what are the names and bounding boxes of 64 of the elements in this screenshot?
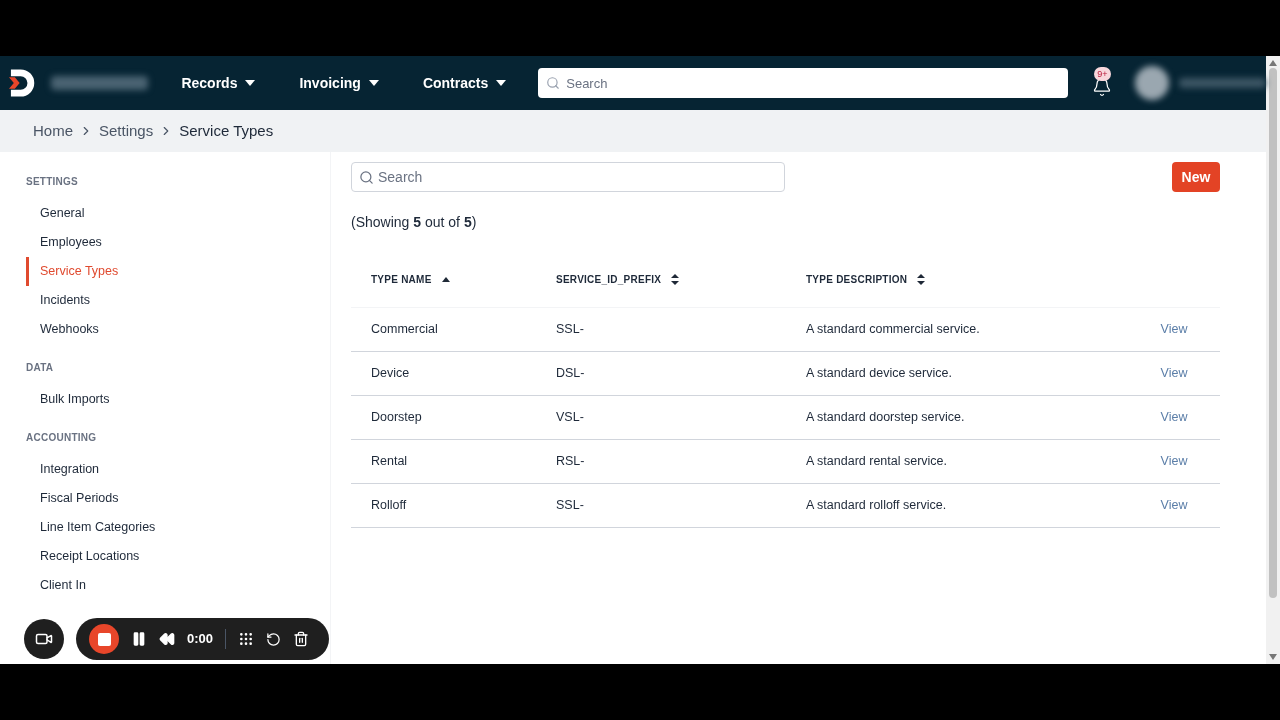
table-cell: A standard commercial service. xyxy=(806,321,980,336)
table-cell: Rolloff xyxy=(371,497,407,512)
scroll-down-icon[interactable] xyxy=(1269,654,1277,660)
column-header[interactable]: TYPE NAME xyxy=(371,272,432,288)
table-cell: DSL- xyxy=(556,365,585,380)
caret-icon xyxy=(368,80,379,86)
column-header[interactable]: TYPE DESCRIPTION xyxy=(806,272,908,288)
sidebar-item[interactable]: Service Types xyxy=(26,257,330,286)
nav-menu[interactable]: Contracts xyxy=(422,72,507,94)
table-cell: A standard device service. xyxy=(806,365,952,380)
table-cell: VSL- xyxy=(556,409,584,424)
view-link[interactable]: View xyxy=(1160,453,1188,468)
sidebar-item[interactable]: Client In xyxy=(26,571,330,600)
restart-icon[interactable] xyxy=(266,631,282,647)
pause-icon[interactable] xyxy=(131,631,147,647)
view-link[interactable]: View xyxy=(1160,321,1188,336)
results-summary: (Showing 5 out of 5) xyxy=(351,213,478,232)
grid-icon[interactable] xyxy=(238,631,255,647)
table-cell: A standard rolloff service. xyxy=(806,497,947,512)
rewind-icon[interactable] xyxy=(159,631,175,647)
nav-menu[interactable]: Invoicing xyxy=(299,72,379,94)
breadcrumb-item[interactable]: Home xyxy=(33,119,73,143)
table-cell: SSL- xyxy=(556,497,584,512)
sidebar-item[interactable]: Webhooks xyxy=(26,315,330,344)
new-button[interactable]: New xyxy=(1172,162,1220,192)
avatar[interactable] xyxy=(1135,66,1169,100)
scroll-up-icon[interactable] xyxy=(1269,60,1277,66)
search-icon xyxy=(359,170,374,185)
caret-icon xyxy=(245,80,256,86)
search-field[interactable]: Search xyxy=(351,162,785,192)
table-cell: RSL- xyxy=(556,453,585,468)
sidebar-section-title: ACCOUNTING xyxy=(26,431,98,445)
table-cell: A standard doorstep service. xyxy=(806,409,965,424)
view-link[interactable]: View xyxy=(1160,497,1188,512)
view-link[interactable]: View xyxy=(1160,409,1188,424)
table-cell: Rental xyxy=(371,453,408,468)
caret-icon xyxy=(496,80,507,86)
breadcrumb-item: Service Types xyxy=(179,120,274,141)
sidebar-item[interactable]: Employees xyxy=(26,228,330,257)
sidebar-item[interactable]: General xyxy=(26,199,330,228)
table-cell: Device xyxy=(371,365,410,380)
sidebar-item[interactable]: Fiscal Periods xyxy=(26,484,330,513)
search-field[interactable]: Search xyxy=(538,68,1069,98)
table-cell: A standard rental service. xyxy=(806,453,948,468)
sidebar-section-title: SETTINGS xyxy=(26,175,79,189)
column-header[interactable]: SERVICE_ID_PREFIX xyxy=(556,272,662,288)
search-icon xyxy=(546,76,561,90)
table-cell: Doorstep xyxy=(371,409,422,424)
recording-time: 0:00 xyxy=(187,630,214,649)
sidebar-item[interactable]: Line Item Categories xyxy=(26,513,330,542)
table-cell: Commercial xyxy=(371,321,438,336)
table-cell: SSL- xyxy=(556,321,584,336)
sidebar-item[interactable]: Incidents xyxy=(26,286,330,315)
sidebar-section-title: DATA xyxy=(26,361,55,375)
breadcrumb-item[interactable]: Settings xyxy=(99,119,154,143)
stop-button[interactable] xyxy=(89,624,119,654)
view-link[interactable]: View xyxy=(1160,365,1188,380)
notification-badge: 9+ xyxy=(1094,67,1111,81)
sidebar-item[interactable]: Integration xyxy=(26,455,330,484)
sidebar-item[interactable]: Bulk Imports xyxy=(26,385,330,414)
sidebar-item[interactable]: Receipt Locations xyxy=(26,542,330,571)
scrollbar[interactable] xyxy=(1266,56,1280,664)
nav-menu[interactable]: Records xyxy=(181,72,256,94)
trash-icon[interactable] xyxy=(293,631,310,647)
